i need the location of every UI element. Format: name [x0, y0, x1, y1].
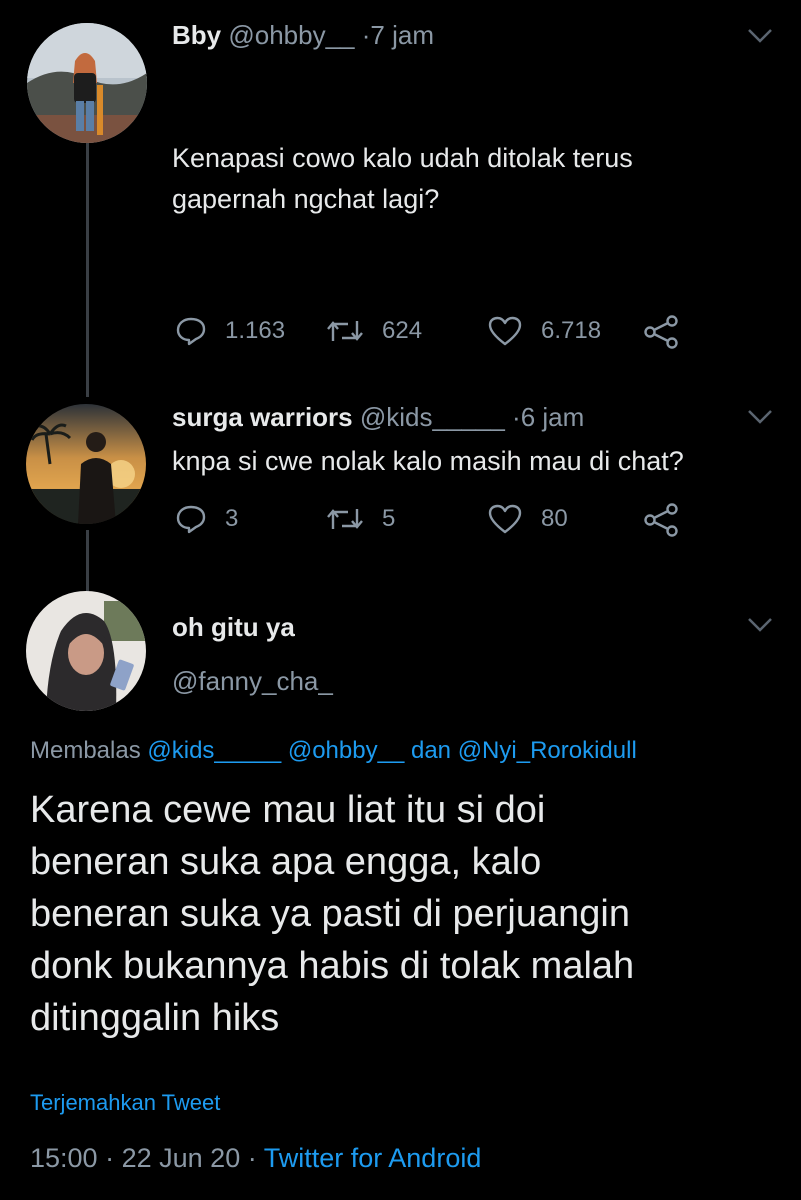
like-button[interactable]: 80: [487, 503, 568, 535]
main-tweet-handle-row: @fanny_cha_: [172, 666, 333, 697]
tweet-text-line: ditinggalin hiks: [30, 997, 280, 1039]
reply-count: 3: [225, 505, 239, 532]
avatar-bby[interactable]: [27, 23, 147, 143]
tweet-date: 22 Jun 20: [121, 1143, 241, 1173]
author-handle[interactable]: @fanny_cha_: [172, 666, 333, 696]
separator: ·: [512, 402, 521, 432]
retweet-icon: [327, 321, 363, 341]
retweet-icon: [327, 509, 363, 529]
tweet-text-line: Kenapasi cowo kalo udah ditolak terus: [172, 143, 633, 173]
avatar-surga-warriors[interactable]: [26, 404, 146, 524]
like-icon: [488, 316, 522, 346]
share-icon: [644, 315, 678, 349]
chevron-down-icon[interactable]: [747, 409, 773, 425]
tweet-time[interactable]: 6 jam: [521, 402, 585, 432]
tweet-text-line: beneran suka apa engga, kalo: [30, 841, 542, 883]
author-handle[interactable]: @kids_____: [360, 402, 505, 432]
replying-to: Membalas @kids_____ @ohbby__ dan @Nyi_Ro…: [30, 737, 637, 765]
thread-line: [86, 530, 89, 592]
reply-and: dan: [410, 737, 452, 764]
mention-link[interactable]: @Nyi_Rorokidull: [458, 737, 637, 764]
retweet-count: 5: [382, 505, 396, 532]
author-name[interactable]: oh gitu ya: [172, 612, 295, 642]
like-button[interactable]: 6.718: [487, 315, 601, 347]
author-name[interactable]: Bby: [172, 20, 221, 50]
tweet-text-line: gapernah ngchat lagi?: [172, 184, 440, 214]
tweet-text-line: beneran suka ya pasti di perjuangin: [30, 893, 630, 935]
tweet2-text: knpa si cwe nolak kalo masih mau di chat…: [172, 446, 684, 476]
avatar-oh-gitu-ya[interactable]: [26, 591, 146, 711]
tweet-text-line: donk bukannya habis di tolak malah: [30, 945, 635, 987]
thread-line: [86, 142, 89, 397]
tweet-time: 15:00: [30, 1143, 98, 1173]
like-icon: [488, 504, 522, 534]
main-tweet-name[interactable]: oh gitu ya: [172, 612, 295, 643]
chevron-down-icon[interactable]: [747, 28, 773, 44]
mention-link[interactable]: @ohbby__: [288, 737, 404, 764]
reply-icon: [176, 317, 206, 346]
tweet1-text: Kenapasi cowo kalo udah ditolak terus ga…: [172, 138, 633, 220]
tweet-text-line: Karena cewe mau liat itu si doi: [30, 789, 546, 831]
reply-button[interactable]: 1.163: [175, 315, 285, 347]
tweet-source-link[interactable]: Twitter for Android: [264, 1143, 482, 1173]
tweet1-header: Bby @ohbby__ ·7 jam: [172, 20, 434, 51]
reply-button[interactable]: 3: [175, 503, 238, 535]
reply-count: 1.163: [225, 317, 286, 344]
tweet2-header: surga warriors @kids_____ ·6 jam: [172, 402, 584, 433]
main-tweet-text: Karena cewe mau liat itu si doi beneran …: [30, 784, 790, 1044]
reply-icon: [176, 505, 206, 534]
avatar-bby-image: [27, 23, 147, 143]
avatar-oh-gitu-ya-image: [26, 591, 146, 711]
tweet-meta: 15:00 · 22 Jun 20 · Twitter for Android: [30, 1143, 481, 1174]
separator: ·: [105, 1143, 115, 1173]
share-icon: [644, 503, 678, 537]
retweet-button[interactable]: 624: [326, 315, 422, 347]
separator: ·: [247, 1143, 257, 1173]
retweet-count: 624: [382, 317, 423, 344]
share-button[interactable]: [642, 315, 698, 349]
author-handle[interactable]: @ohbby__: [228, 20, 354, 50]
like-count: 80: [541, 505, 568, 532]
share-button[interactable]: [642, 503, 698, 537]
chevron-down-icon[interactable]: [747, 617, 773, 633]
avatar-surga-warriors-image: [26, 404, 146, 524]
author-name[interactable]: surga warriors: [172, 402, 353, 432]
tweet-time[interactable]: 7 jam: [370, 20, 434, 50]
translate-tweet-link[interactable]: Terjemahkan Tweet: [30, 1090, 220, 1116]
reply-prefix: Membalas: [30, 737, 141, 764]
retweet-button[interactable]: 5: [326, 503, 395, 535]
like-count: 6.718: [541, 317, 602, 344]
mention-link[interactable]: @kids_____: [147, 737, 281, 764]
